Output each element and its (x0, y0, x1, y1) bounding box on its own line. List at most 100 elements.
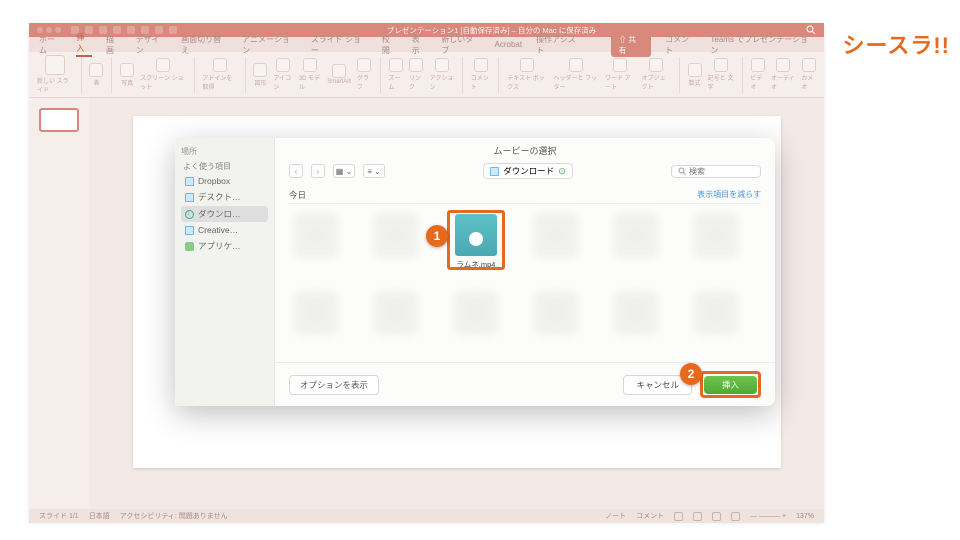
tab-draw[interactable]: 描画 (106, 34, 122, 56)
dialog-title: ムービーの選択 (275, 138, 775, 159)
rb-video[interactable]: ビデオ (750, 58, 765, 91)
rb-icon[interactable]: アイコン (273, 58, 292, 91)
status-notes[interactable]: ノート (605, 511, 626, 521)
folder-icon (185, 193, 194, 202)
status-slide: スライド 1/1 (39, 511, 79, 521)
rb-eq[interactable]: 数式 (688, 63, 702, 87)
forward-button[interactable]: › (311, 164, 325, 178)
search-icon (678, 167, 686, 175)
rb-sym[interactable]: 記号と 文字 (708, 58, 734, 91)
file-item[interactable] (533, 292, 579, 334)
rb-smartart[interactable]: SmartArt (327, 64, 351, 85)
rb-audio[interactable]: オーディオ (771, 58, 795, 91)
file-item[interactable] (373, 292, 419, 334)
file-item[interactable] (533, 214, 579, 270)
folder-icon (185, 226, 194, 235)
tab-transitions[interactable]: 画面切り替え (181, 34, 228, 56)
ribbon-tabs: ホーム 挿入 描画 デザイン 画面切り替え アニメーション スライド ショー 校… (29, 37, 824, 52)
file-item[interactable] (613, 292, 659, 334)
search-input[interactable] (689, 167, 749, 176)
file-item[interactable] (613, 214, 659, 270)
tab-acrobat[interactable]: Acrobat (495, 40, 523, 49)
window-controls[interactable] (37, 27, 61, 33)
folder-icon (490, 167, 499, 176)
view-group-button[interactable]: ≡ ⌄ (363, 164, 385, 178)
view-grid-button[interactable]: ▦ ⌄ (333, 164, 355, 178)
callout-2: 2 (680, 363, 702, 385)
insert-button[interactable]: 挿入 (704, 376, 757, 394)
view-normal-icon[interactable] (674, 512, 683, 521)
comments-button[interactable]: コメント (665, 34, 696, 56)
apps-icon (185, 242, 194, 251)
callout-1: 1 (426, 225, 448, 247)
video-thumb-icon (455, 214, 497, 256)
sidebar-item-dropbox[interactable]: Dropbox (181, 174, 268, 188)
tab-slideshow[interactable]: スライド ショー (311, 34, 368, 56)
rb-newslide[interactable]: 新しい スライド (37, 55, 73, 94)
file-item[interactable] (693, 292, 739, 334)
status-a11y[interactable]: アクセシビリティ: 問題ありません (120, 511, 228, 521)
rb-3d[interactable]: 3D モデル (299, 58, 321, 91)
tab-insert[interactable]: 挿入 (76, 32, 92, 57)
show-less-link[interactable]: 表示項目を減らす (697, 189, 761, 201)
dialog-toolbar: ‹ › ▦ ⌄ ≡ ⌄ ダウンロード ⊙ (275, 159, 775, 183)
download-icon (185, 210, 194, 219)
insert-highlight: 挿入 (700, 371, 761, 398)
slide-panel[interactable] (29, 98, 89, 509)
rb-obj[interactable]: オブジェクト (641, 58, 670, 91)
sidebar-item-creative[interactable]: Creative… (181, 223, 268, 237)
tab-view[interactable]: 表示 (412, 34, 428, 56)
tab-home[interactable]: ホーム (39, 34, 62, 56)
tab-review[interactable]: 校閲 (382, 34, 398, 56)
view-slideshow-icon[interactable] (731, 512, 740, 521)
rb-wordart[interactable]: ワード アート (605, 58, 635, 91)
rb-screenshot[interactable]: スクリーン ショット (140, 58, 185, 91)
dropdown-icon: ⊙ (558, 166, 566, 177)
status-bar: スライド 1/1 日本語 アクセシビリティ: 問題ありません ノート コメント … (29, 509, 824, 523)
file-list: 今日 表示項目を減らす ラムネ.mp4 (275, 183, 775, 362)
ribbon: 新しい スライド 表 写真 スクリーン ショット アドインを取得 図形 アイコン… (29, 52, 824, 98)
window-title: プレゼンテーション1 [自動保存済み] – 自分の Mac に保存済み (387, 25, 596, 36)
rb-shape[interactable]: 図形 (253, 63, 267, 87)
status-zoom[interactable]: 137% (796, 513, 814, 520)
status-comments[interactable]: コメント (636, 511, 664, 521)
folder-icon (185, 177, 194, 186)
rb-cameo[interactable]: カメオ (801, 58, 816, 91)
view-sorter-icon[interactable] (693, 512, 702, 521)
sidebar-item-apps[interactable]: アプリケ… (181, 238, 268, 254)
tab-animations[interactable]: アニメーション (242, 34, 297, 56)
file-item[interactable] (373, 214, 419, 270)
sidebar-item-desktop[interactable]: デスクト… (181, 189, 268, 205)
rb-chart[interactable]: グラフ (357, 58, 372, 91)
path-selector[interactable]: ダウンロード ⊙ (483, 163, 573, 179)
rb-textbox[interactable]: テキスト ボックス (507, 58, 547, 91)
file-item[interactable] (453, 292, 499, 334)
rb-action[interactable]: アクション (430, 58, 454, 91)
rb-table[interactable]: 表 (89, 63, 103, 87)
sidebar-item-downloads[interactable]: ダウンロ… (181, 206, 268, 222)
rb-comment[interactable]: コメント (471, 58, 491, 91)
path-label: ダウンロード (503, 165, 554, 177)
back-button[interactable]: ‹ (289, 164, 303, 178)
slide-thumb-1[interactable] (39, 108, 79, 132)
status-lang[interactable]: 日本語 (89, 511, 110, 521)
options-button[interactable]: オプションを表示 (289, 375, 379, 395)
share-button[interactable]: ⇧ 共有 (611, 33, 651, 57)
tab-design[interactable]: デザイン (136, 34, 167, 56)
tab-new[interactable]: 新しいタブ (441, 34, 480, 56)
file-item-selected[interactable]: ラムネ.mp4 (453, 214, 499, 270)
search-field[interactable] (671, 165, 761, 178)
rb-link[interactable]: リンク (409, 58, 424, 91)
tab-assist[interactable]: 操作アシスト (536, 34, 583, 56)
rb-header[interactable]: ヘッダーと フッター (553, 58, 598, 91)
file-item[interactable] (293, 214, 339, 270)
brand-logo: シースラ!! (842, 28, 950, 60)
teams-button[interactable]: Teams でプレゼンテーション (710, 34, 814, 56)
file-item[interactable] (693, 214, 739, 270)
view-reading-icon[interactable] (712, 512, 721, 521)
rb-photo[interactable]: 写真 (120, 63, 134, 87)
rb-addins[interactable]: アドインを取得 (202, 58, 236, 91)
rb-zoom[interactable]: ズーム (388, 58, 403, 91)
section-today: 今日 (289, 189, 306, 201)
file-item[interactable] (293, 292, 339, 334)
